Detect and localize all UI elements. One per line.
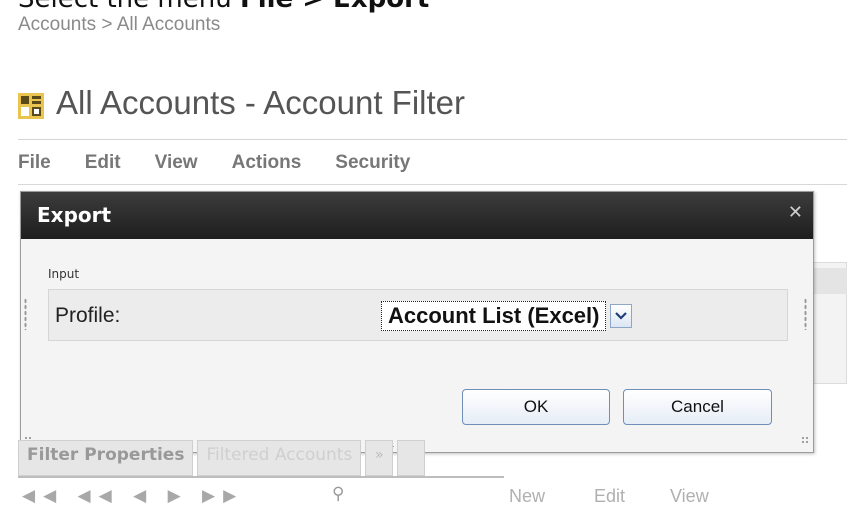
menubar-divider xyxy=(18,184,847,185)
menu-security[interactable]: Security xyxy=(335,152,410,174)
view-button[interactable]: View xyxy=(670,486,709,506)
title-divider xyxy=(18,139,847,140)
menu-actions[interactable]: Actions xyxy=(232,152,302,174)
cancel-button[interactable]: Cancel xyxy=(623,389,772,425)
instruction-prefix: Select the menu xyxy=(18,0,232,14)
accounts-icon xyxy=(18,93,44,119)
instruction-menu-path: File > Export xyxy=(240,0,429,14)
export-dialog: Export ✕ Input Profile: Account List (Ex… xyxy=(20,191,814,453)
tab-more-button[interactable]: » xyxy=(365,440,394,476)
instruction-banner: Select the menu File > Export xyxy=(18,0,429,14)
search-icon[interactable]: ⚲ xyxy=(332,484,344,504)
profile-select[interactable]: Account List (Excel) xyxy=(381,300,633,332)
input-section-label: Input xyxy=(48,267,80,281)
dialog-title: Export xyxy=(37,203,112,227)
tab-overflow-button[interactable] xyxy=(397,440,426,476)
tab-bar: Filter Properties Filtered Accounts » xyxy=(18,440,429,476)
resize-grip-left[interactable] xyxy=(24,298,27,330)
tab-filter-properties[interactable]: Filter Properties xyxy=(18,440,194,476)
breadcrumb[interactable]: Accounts > All Accounts xyxy=(18,14,220,36)
menu-edit[interactable]: Edit xyxy=(85,152,121,174)
page-title: All Accounts - Account Filter xyxy=(56,84,466,121)
pagination-icons[interactable]: ◀◀ ◀◀ ◀ ▶ ▶▶ xyxy=(22,486,244,506)
tab-filtered-accounts[interactable]: Filtered Accounts xyxy=(197,440,362,476)
profile-selected-value[interactable]: Account List (Excel) xyxy=(381,301,607,331)
edit-button[interactable]: Edit xyxy=(594,486,625,506)
list-toolbar: ◀◀ ◀◀ ◀ ▶ ▶▶ ⚲ New Edit View xyxy=(22,484,847,506)
close-icon[interactable]: ✕ xyxy=(788,203,803,223)
page-header: All Accounts - Account Filter xyxy=(18,84,465,122)
menu-file[interactable]: File xyxy=(18,152,51,174)
profile-label: Profile: xyxy=(55,304,121,327)
resize-grip-bottom-right[interactable] xyxy=(801,436,809,444)
dialog-header[interactable]: Export ✕ xyxy=(21,192,813,239)
profile-row: Profile: Account List (Excel) xyxy=(48,289,788,341)
chevron-down-icon[interactable] xyxy=(610,304,633,328)
ok-button[interactable]: OK xyxy=(462,389,610,425)
tab-divider xyxy=(18,476,504,478)
menubar: File Edit View Actions Security xyxy=(18,152,444,174)
menu-view[interactable]: View xyxy=(155,152,198,174)
resize-grip-right[interactable] xyxy=(804,298,807,330)
new-button[interactable]: New xyxy=(509,486,545,506)
